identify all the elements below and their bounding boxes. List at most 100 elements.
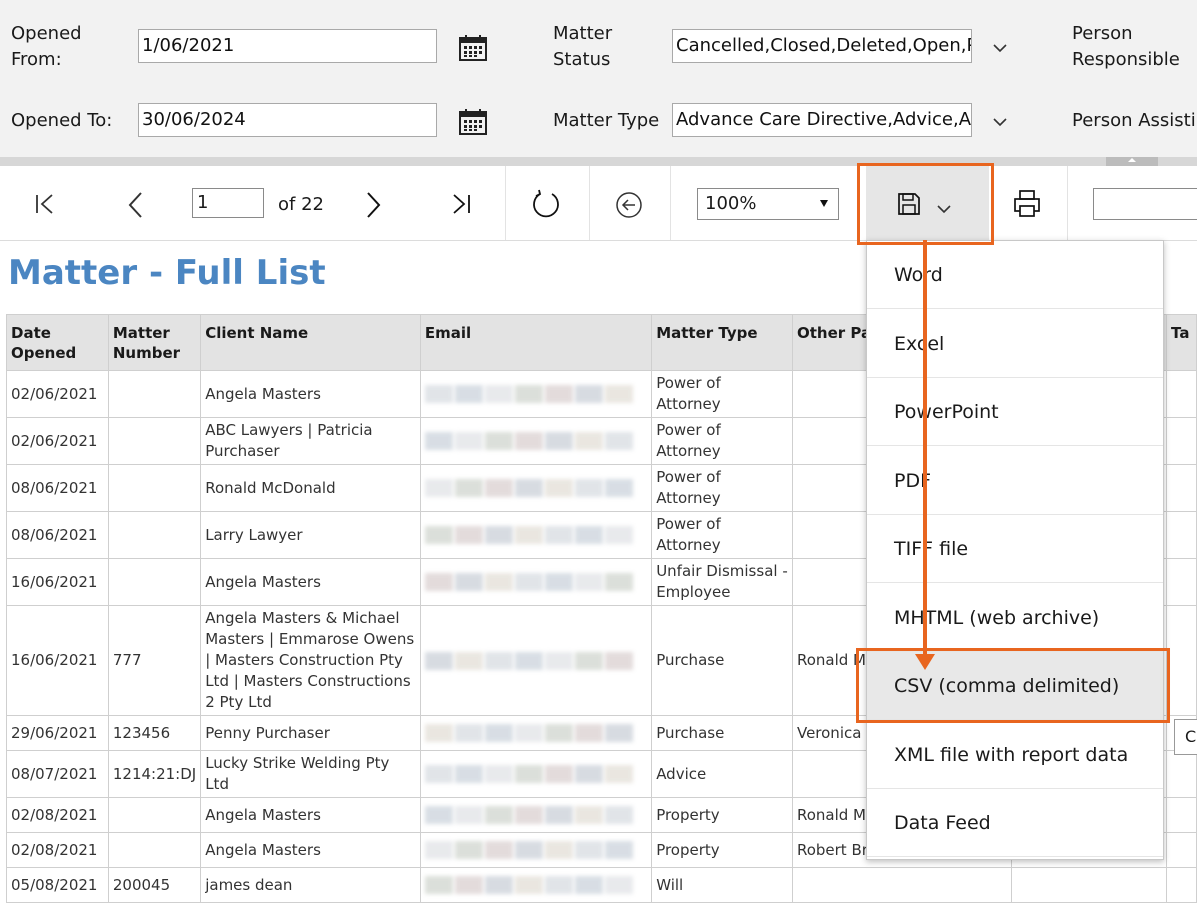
redacted-email-block <box>484 651 513 670</box>
page-number-input[interactable]: 1 <box>192 188 264 218</box>
extra-cell <box>1166 464 1197 512</box>
chevron-down-icon[interactable] <box>990 112 1014 136</box>
column-header[interactable]: Email <box>419 314 653 371</box>
date-cell: 02/06/2021 <box>6 417 109 465</box>
collapse-parameters-handle[interactable] <box>1106 157 1158 166</box>
refresh-icon[interactable] <box>530 188 562 224</box>
extra-cell <box>1166 797 1197 833</box>
column-header[interactable]: Ta <box>1166 314 1197 371</box>
email-cell <box>419 797 653 833</box>
redacted-email-block <box>544 573 573 591</box>
redacted-email-block <box>514 841 543 859</box>
matter-number-cell <box>107 464 202 512</box>
redacted-email-block <box>424 651 453 670</box>
matter-number-cell: 777 <box>107 605 202 716</box>
other-party-cell <box>791 867 1012 903</box>
export-option-word[interactable]: Word <box>867 241 1163 309</box>
extra-cell <box>1166 832 1197 868</box>
next-page-icon[interactable] <box>363 190 383 224</box>
last-page-icon[interactable] <box>449 192 473 220</box>
zoom-select[interactable]: 100% <box>697 188 839 220</box>
email-cell <box>419 605 653 716</box>
redacted-email-block <box>514 432 543 450</box>
column-header[interactable]: Matter Number <box>107 314 202 371</box>
export-option-xml-file-with-report-data[interactable]: XML file with report data <box>867 721 1163 789</box>
column-header[interactable]: Matter Type <box>651 314 793 371</box>
email-cell <box>419 715 653 751</box>
redacted-email-block <box>484 876 513 894</box>
email-cell <box>419 832 653 868</box>
opened-to-input[interactable]: 30/06/2024 <box>138 103 437 137</box>
annotation-arrow-line <box>923 240 927 658</box>
redacted-email-block <box>454 806 483 824</box>
redacted-email-block <box>544 724 573 742</box>
date-cell: 02/08/2021 <box>6 797 109 833</box>
matter-type-cell: Power of Attorney <box>651 370 793 418</box>
column-header[interactable]: Client Name <box>200 314 421 371</box>
person-responsible-label: Person Responsible <box>1072 21 1197 73</box>
matter-type-label: Matter Type <box>553 110 660 131</box>
redacted-email-block <box>484 385 513 403</box>
redacted-email-block <box>574 432 603 450</box>
opened-from-input[interactable]: 1/06/2021 <box>138 29 437 63</box>
redacted-email-block <box>454 651 483 670</box>
redacted-email-block <box>544 432 573 450</box>
column-header[interactable]: Date Opened <box>6 314 109 371</box>
toolbar-separator <box>1067 166 1068 240</box>
matter-number-cell <box>107 558 202 606</box>
print-icon[interactable] <box>1013 189 1041 223</box>
opened-from-label-text: Opened From: <box>11 23 82 70</box>
export-option-tiff-file[interactable]: TIFF file <box>867 515 1163 583</box>
email-cell <box>419 370 653 418</box>
extra-cell <box>1166 605 1197 716</box>
email-cell <box>419 464 653 512</box>
redacted-email-block <box>514 806 543 824</box>
redacted-email-block <box>604 724 633 742</box>
back-icon[interactable] <box>615 191 643 223</box>
matter-type-cell: Purchase <box>651 605 793 716</box>
report-title: Matter - Full List <box>8 253 326 293</box>
matter-type-cell: Unfair Dismissal - Employee <box>651 558 793 606</box>
redacted-email-block <box>574 724 603 742</box>
matter-number-cell <box>107 832 202 868</box>
redacted-email-block <box>574 651 603 670</box>
export-option-pdf[interactable]: PDF <box>867 447 1163 515</box>
calendar-icon[interactable] <box>458 33 488 63</box>
matter-number-cell <box>107 370 202 418</box>
date-cell: 29/06/2021 <box>6 715 109 751</box>
date-cell: 08/06/2021 <box>6 511 109 559</box>
redacted-email-block <box>514 573 543 591</box>
chevron-down-icon[interactable] <box>990 38 1014 62</box>
export-option-excel[interactable]: Excel <box>867 310 1163 378</box>
redacted-email-block <box>424 765 453 783</box>
first-page-icon[interactable] <box>33 192 57 220</box>
extra-cell <box>1166 417 1197 465</box>
export-option-powerpoint[interactable]: PowerPoint <box>867 378 1163 446</box>
export-option-mhtml-web-archive[interactable]: MHTML (web archive) <box>867 584 1163 652</box>
prev-page-icon[interactable] <box>126 190 146 224</box>
redacted-email-block <box>424 432 453 450</box>
matter-type-cell: Advice <box>651 750 793 798</box>
redacted-email-block <box>514 724 543 742</box>
client-name-cell: Angela Masters <box>200 558 421 606</box>
redacted-email-block <box>424 385 453 403</box>
matter-type-select[interactable]: Advance Care Directive,Advice,Ag <box>672 103 972 137</box>
extra-cell <box>1166 370 1197 418</box>
matter-status-select[interactable]: Cancelled,Closed,Deleted,Open,Pe <box>672 29 972 63</box>
matter-type-cell: Will <box>651 867 793 903</box>
export-option-data-feed[interactable]: Data Feed <box>867 789 1163 857</box>
client-name-cell: Angela Masters & Michael Masters | Emmar… <box>200 605 421 716</box>
redacted-email-block <box>454 724 483 742</box>
opened-from-label: Opened From: <box>11 21 121 73</box>
person-responsible-label-text: Person Responsible <box>1072 23 1180 70</box>
redacted-email-block <box>544 765 573 783</box>
email-cell <box>419 750 653 798</box>
find-text-input[interactable] <box>1093 188 1197 220</box>
redacted-email-block <box>514 765 543 783</box>
redacted-email-block <box>574 573 603 591</box>
client-name-cell: Larry Lawyer <box>200 511 421 559</box>
date-cell: 02/08/2021 <box>6 832 109 868</box>
calendar-icon[interactable] <box>458 107 488 137</box>
redacted-email-block <box>544 526 573 544</box>
email-cell <box>419 417 653 465</box>
